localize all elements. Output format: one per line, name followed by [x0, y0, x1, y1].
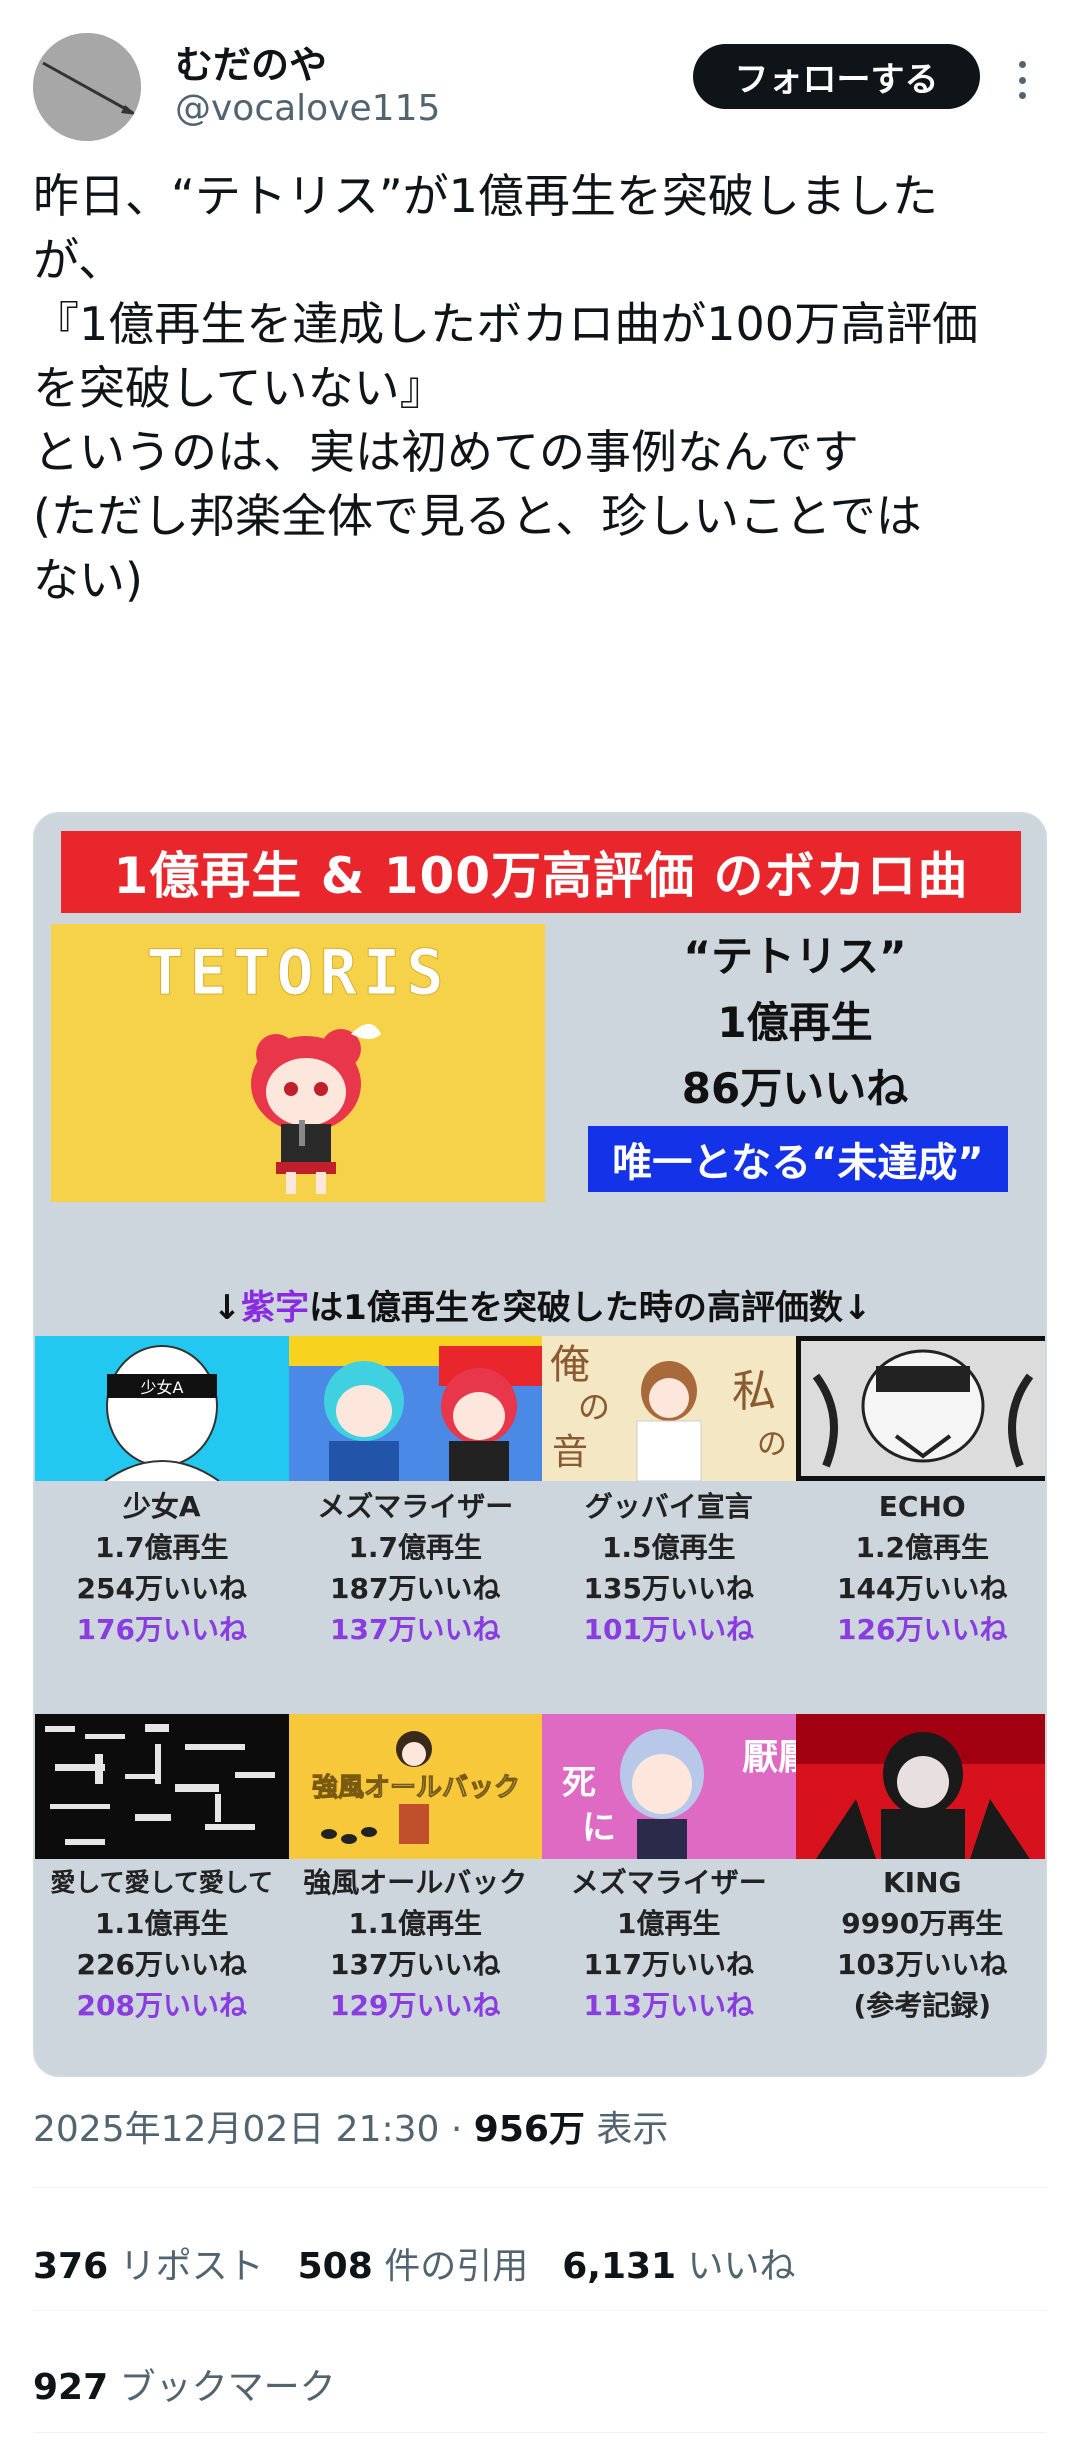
song-likes: 254万いいね	[76, 1572, 247, 1605]
thumb-goodbye-sengen: 俺 の 音 私 の	[542, 1336, 796, 1481]
song-info: 愛して愛して愛して 1.1億再生 226万いいね 208万いいね	[35, 1862, 289, 2026]
song-title: 強風オールバック	[303, 1866, 528, 1899]
featured-song-info: “テトリス” 1億再生 86万いいね	[585, 924, 1005, 1122]
tweet-line: 『1億再生を達成したボカロ曲が100万高評価	[33, 297, 979, 351]
tweet-text: 昨日、“テトリス”が1億再生を突破しました が、 『1億再生を達成したボカロ曲が…	[33, 164, 1053, 612]
divider	[33, 2432, 1047, 2433]
follow-button[interactable]: フォローする	[693, 44, 980, 109]
thumb-mesmerizer-2: 厭厭 死 に	[542, 1714, 796, 1859]
svg-text:の: の	[757, 1427, 787, 1462]
likes-stat[interactable]: 6,131 いいね	[562, 2237, 795, 2289]
song-likes-at-100m: 129万いいね	[330, 1989, 501, 2022]
song-likes: 137万いいね	[330, 1948, 501, 1981]
song-likes-at-100m: 137万いいね	[330, 1613, 501, 1646]
engagement-stats: 376 リポスト 508 件の引用 6,131 いいね	[33, 2237, 796, 2289]
song-views: 1.1億再生	[348, 1907, 483, 1940]
svg-text:音: 音	[552, 1432, 588, 1473]
song-title: 少女A	[122, 1490, 201, 1523]
quotes-stat[interactable]: 508 件の引用	[298, 2237, 529, 2289]
tetoris-thumbnail: TETORIS	[51, 924, 545, 1202]
more-options-icon[interactable]	[1010, 55, 1034, 105]
song-views: 1.5億再生	[601, 1531, 736, 1564]
song-title: KING	[882, 1866, 962, 1899]
display-name[interactable]: むだのや	[175, 34, 327, 89]
song-title: グッバイ宣言	[584, 1490, 753, 1523]
svg-text:の: の	[578, 1388, 610, 1426]
view-label: 表示	[584, 2109, 669, 2150]
song-likes: 135万いいね	[583, 1572, 754, 1605]
svg-text:に: に	[582, 1808, 616, 1848]
note-prefix: ↓	[212, 1288, 242, 1328]
thumb-echo	[795, 1336, 1045, 1481]
view-count: 956万	[473, 2109, 585, 2150]
song-title: メズマライザー	[317, 1490, 514, 1523]
song-likes: 117万いいね	[583, 1948, 754, 1981]
note-purple-word: 紫字	[241, 1288, 310, 1328]
thumbnail-row: 少女A 俺 の 音 私 の	[35, 1336, 1045, 1481]
featured-views: 1億再生	[717, 998, 873, 1047]
song-views: 1.7億再生	[348, 1531, 483, 1564]
song-info: グッバイ宣言 1.5億再生 135万いいね 101万いいね	[542, 1486, 796, 1650]
song-likes-at-100m: 126万いいね	[837, 1613, 1008, 1646]
tweet-line: が、	[33, 233, 125, 287]
svg-text:俺: 俺	[550, 1342, 590, 1388]
datetime[interactable]: 2025年12月02日 21:30	[33, 2109, 439, 2150]
thumb-mesmerizer	[288, 1336, 542, 1481]
thumb-king	[795, 1714, 1045, 1859]
unachieved-badge: 唯一となる“未達成”	[588, 1126, 1008, 1192]
avatar[interactable]	[33, 33, 141, 141]
song-info: ECHO 1.2億再生 144万いいね 126万いいね	[796, 1486, 1046, 1650]
image-banner: 1億再生 & 100万高評価 のボカロ曲	[61, 831, 1021, 913]
song-views: 9990万再生	[841, 1907, 1004, 1940]
tweet-line: 昨日、“テトリス”が1億再生を突破しました	[33, 169, 938, 223]
song-title: メズマライザー	[570, 1866, 767, 1899]
tetoris-logo: TETORIS	[146, 936, 449, 1009]
song-views: 1.1億再生	[94, 1907, 229, 1940]
song-views: 1.2億再生	[855, 1531, 990, 1564]
tweet-timestamp[interactable]: 2025年12月02日 21:30 · 956万 表示	[33, 2100, 668, 2152]
song-views: 1億再生	[617, 1907, 721, 1940]
song-likes: 103万いいね	[837, 1948, 1008, 1981]
tweet-line: というのは、実は初めての事例なんです	[33, 425, 859, 479]
song-info: 少女A 1.7億再生 254万いいね 176万いいね	[35, 1486, 289, 1650]
thumb-kyoufuu: 強風オールバック	[288, 1714, 542, 1859]
svg-text:少女A: 少女A	[141, 1378, 184, 1397]
song-info: メズマライザー 1.7億再生 187万いいね 137万いいね	[289, 1486, 543, 1650]
song-likes: 187万いいね	[330, 1572, 501, 1605]
thumb-aishite	[35, 1714, 289, 1859]
song-likes-at-100m: 101万いいね	[583, 1613, 754, 1646]
divider	[33, 2310, 1047, 2311]
svg-text:強風オールバック: 強風オールバック	[311, 1773, 519, 1803]
song-title: ECHO	[878, 1490, 966, 1523]
svg-text:死: 死	[562, 1763, 596, 1803]
featured-likes: 86万いいね	[681, 1064, 909, 1113]
song-likes-at-100m: 208万いいね	[76, 1989, 247, 2022]
song-info: 強風オールバック 1.1億再生 137万いいね 129万いいね	[289, 1862, 543, 2026]
note-caption: ↓紫字は1億再生を突破した時の高評価数↓	[35, 1280, 1045, 1329]
song-info: KING 9990万再生 103万いいね (参考記録)	[796, 1862, 1046, 2026]
note-suffix: は1億再生を突破した時の高評価数↓	[309, 1288, 872, 1328]
user-handle[interactable]: @vocalove115	[175, 88, 440, 129]
thumb-shoujo-a: 少女A	[35, 1336, 289, 1481]
song-likes: 144万いいね	[837, 1572, 1008, 1605]
song-info: メズマライザー 1億再生 117万いいね 113万いいね	[542, 1862, 796, 2026]
song-title: 愛して愛して愛して	[50, 1868, 274, 1897]
tweet-line: (ただし邦楽全体で見ると、珍しいことでは	[33, 489, 922, 543]
song-views: 1.7億再生	[94, 1531, 229, 1564]
song-likes-at-100m: 113万いいね	[583, 1989, 754, 2022]
song-note: (参考記録)	[853, 1989, 992, 2022]
svg-text:私: 私	[732, 1366, 776, 1417]
featured-title: “テトリス”	[683, 932, 907, 981]
song-likes-at-100m: 176万いいね	[76, 1613, 247, 1646]
svg-text:厭厭: 厭厭	[742, 1737, 796, 1778]
tweet-line: を突破していない』	[33, 361, 446, 415]
thumbnail-row: 強風オールバック 厭厭 死 に	[35, 1714, 1045, 1859]
song-likes: 226万いいね	[76, 1948, 247, 1981]
tweet-image[interactable]: 1億再生 & 100万高評価 のボカロ曲 TETORIS “テトリス” 1億再生…	[33, 812, 1047, 2077]
reposts-stat[interactable]: 376 リポスト	[33, 2237, 264, 2289]
bookmarks-stat[interactable]: 927 ブックマーク	[33, 2358, 336, 2410]
tweet-line: ない)	[33, 553, 143, 607]
divider	[33, 2187, 1047, 2188]
